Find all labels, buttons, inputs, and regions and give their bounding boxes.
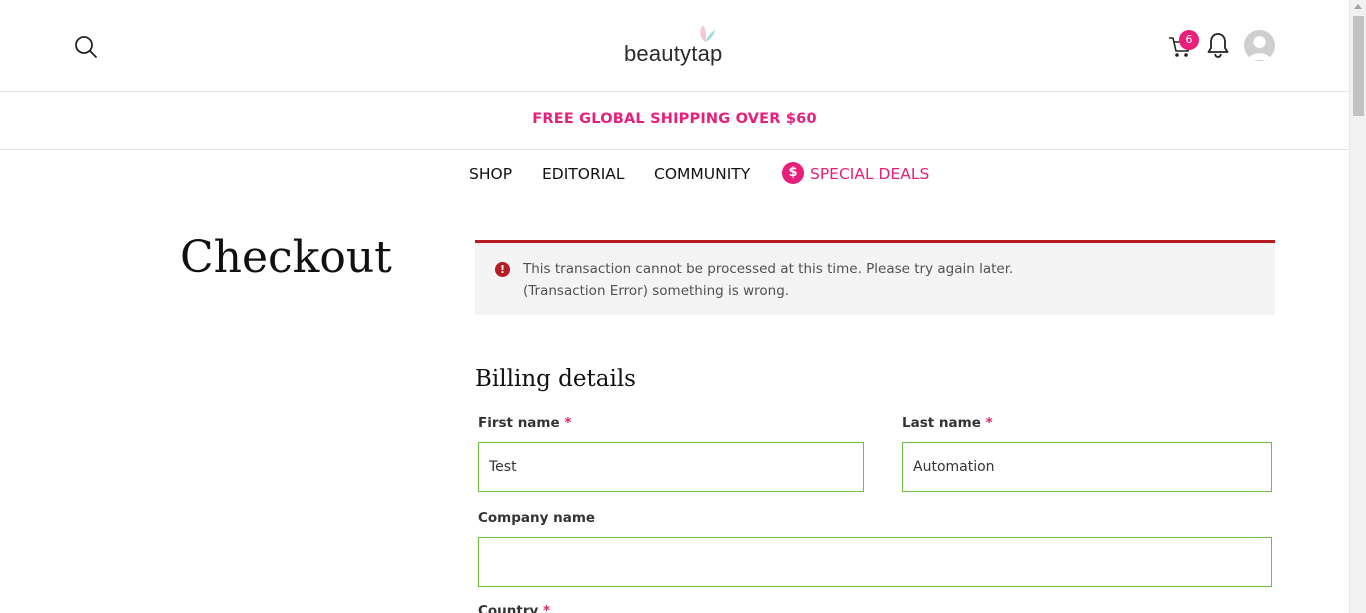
search-icon[interactable] <box>72 33 100 61</box>
required-mark: * <box>564 415 572 431</box>
nav-special-deals[interactable]: $ SPECIAL DEALS <box>782 161 930 184</box>
logo[interactable]: beautytap <box>618 24 734 68</box>
scrollbar-thumb[interactable] <box>1353 16 1364 116</box>
page: beautytap 6 FREE GLOBAL SHIPPING OVER $6… <box>0 0 1349 613</box>
first-name-field[interactable] <box>478 442 864 492</box>
cart-count-badge: 6 <box>1179 30 1199 50</box>
required-mark: * <box>985 415 993 431</box>
main-nav: SHOP EDITORIAL COMMUNITY $ SPECIAL DEALS <box>0 161 1349 190</box>
company-name-label: Company name <box>478 510 596 526</box>
last-name-label: Last name * <box>902 415 993 431</box>
nav-editorial[interactable]: EDITORIAL <box>542 165 625 183</box>
scrollbar[interactable] <box>1349 0 1366 613</box>
error-detail: (Transaction Error) something is wrong. <box>523 283 790 299</box>
error-icon: ! <box>495 262 510 277</box>
promo-text[interactable]: FREE GLOBAL SHIPPING OVER $60 <box>532 111 817 127</box>
last-name-field[interactable] <box>902 442 1272 492</box>
nav-special-deals-label: SPECIAL DEALS <box>810 165 930 183</box>
error-notice: ! This transaction cannot be processed a… <box>475 240 1275 315</box>
bell-icon[interactable] <box>1206 31 1230 59</box>
avatar[interactable] <box>1244 30 1275 61</box>
nav-community[interactable]: COMMUNITY <box>654 165 750 183</box>
promo-bar: FREE GLOBAL SHIPPING OVER $60 <box>0 92 1349 150</box>
error-message: This transaction cannot be processed at … <box>523 261 1014 277</box>
required-mark: * <box>543 603 551 613</box>
billing-details-title: Billing details <box>475 366 636 392</box>
site-header: beautytap 6 <box>0 0 1349 92</box>
dollar-icon: $ <box>782 161 804 184</box>
company-name-field[interactable] <box>478 537 1272 587</box>
country-label: Country * <box>478 603 550 613</box>
page-title: Checkout <box>180 232 392 283</box>
scroll-up-arrow-icon[interactable] <box>1354 4 1362 9</box>
first-name-label: First name * <box>478 415 572 431</box>
nav-shop[interactable]: SHOP <box>469 165 512 183</box>
logo-text: beautytap <box>624 41 723 66</box>
